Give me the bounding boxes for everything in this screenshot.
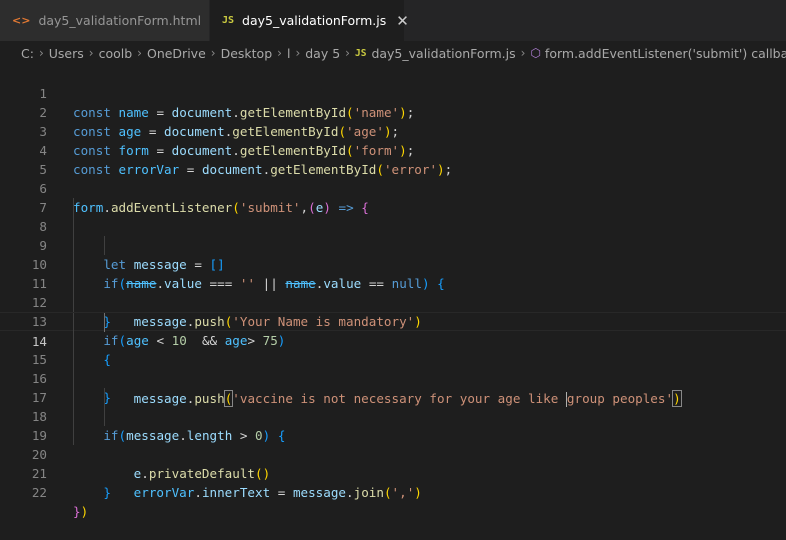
code-line: 20 } — [0, 426, 786, 500]
indent-guide — [73, 331, 74, 350]
symbol-method-icon: ⬡ — [530, 46, 541, 60]
breadcrumb-item-l[interactable]: l — [287, 46, 290, 61]
code-line: 4 const errorVar = document.getElementBy… — [0, 122, 786, 177]
code-line: 10 message.push('Your Name is mandatory'… — [0, 236, 786, 329]
tab-label: day5_validationForm.js — [242, 13, 387, 28]
code-line: 7 — [0, 179, 786, 215]
code-line: 12 if(age < 10 && age> 75) — [0, 274, 786, 348]
chevron-right-icon: › — [88, 46, 94, 60]
code-line-current: 14 message.push('vaccine is not necessar… — [0, 312, 786, 407]
code-line: 8 let message = [] — [0, 198, 786, 272]
indent-guide — [73, 198, 74, 217]
breadcrumb-item-day5[interactable]: day 5 — [305, 46, 340, 61]
breadcrumb-item-symbol[interactable]: form.addEventListener('submit') callback — [545, 46, 786, 61]
breadcrumb-item-file[interactable]: day5_validationForm.js — [371, 46, 515, 61]
indent-guide — [73, 369, 74, 388]
indent-guide — [104, 236, 105, 255]
tab-js-file[interactable]: JS day5_validationForm.js ✕ — [210, 0, 409, 41]
chevron-right-icon: › — [210, 46, 216, 60]
indent-guide — [73, 407, 74, 426]
code-text: } — [103, 485, 111, 500]
code-line: 15 } — [0, 331, 786, 405]
indent-guide — [73, 274, 74, 293]
code-line: 17 if(message.length > 0) { — [0, 369, 786, 443]
breadcrumb-item-desktop[interactable]: Desktop — [221, 46, 273, 61]
code-line: 11 } — [0, 255, 786, 329]
indent-guide — [73, 426, 74, 445]
indent-guide — [104, 407, 105, 426]
indent-guide — [73, 388, 74, 407]
code-line: 21 — [0, 445, 786, 481]
breadcrumb-item-coolb[interactable]: coolb — [99, 46, 133, 61]
code-line: 19 errorVar.innerText = message.join(','… — [0, 407, 786, 500]
code-line: 1 const name = document.getElementById('… — [0, 65, 786, 120]
line-number: 22 — [31, 485, 47, 500]
indent-guide — [73, 313, 74, 332]
tab-label: day5_validationForm.html — [38, 13, 202, 28]
chevron-right-icon: › — [520, 46, 526, 60]
code-line: 13 { — [0, 293, 786, 367]
indent-guide — [104, 313, 105, 332]
breadcrumb-item-users[interactable]: Users — [49, 46, 84, 61]
code-editor[interactable]: 1 const name = document.getElementById('… — [0, 65, 786, 519]
code-line: 2 const age = document.getElementById('a… — [0, 84, 786, 139]
chevron-right-icon: › — [38, 46, 44, 60]
indent-guide — [73, 350, 74, 369]
indent-guide — [73, 236, 74, 255]
indent-guide — [73, 217, 74, 236]
chevron-right-icon: › — [295, 46, 301, 60]
code-line: 16 — [0, 350, 786, 386]
chevron-right-icon: › — [137, 46, 142, 60]
chevron-right-icon: › — [345, 46, 350, 60]
indent-guide — [104, 388, 105, 407]
html-file-icon: <> — [12, 14, 31, 27]
breadcrumb-item-onedrive[interactable]: OneDrive — [147, 46, 206, 61]
code-line: 18 e.privateDefault() — [0, 388, 786, 481]
editor-tab-bar: <> day5_validationForm.html JS day5_vali… — [0, 0, 786, 41]
chevron-right-icon: › — [277, 46, 282, 60]
breadcrumb: C: › Users › coolb › OneDrive › Desktop … — [0, 41, 786, 65]
indent-guide — [73, 255, 74, 274]
code-line: 9 if(name.value === '' || name.value == … — [0, 217, 786, 291]
code-line: 6 form.addEventListener('submit',(e) => … — [0, 160, 786, 215]
close-icon[interactable]: ✕ — [396, 12, 409, 30]
tab-html-file[interactable]: <> day5_validationForm.html — [0, 0, 210, 41]
js-file-icon: JS — [222, 15, 235, 26]
code-text: }) — [73, 504, 89, 519]
code-line: 22 }) — [0, 464, 786, 519]
code-line: 3 const form = document.getElementById('… — [0, 103, 786, 158]
breadcrumb-item-drive[interactable]: C: — [21, 46, 34, 61]
code-text: errorVar.innerText = message.join(',') — [133, 485, 422, 500]
js-file-icon: JS — [354, 47, 367, 59]
indent-guide — [73, 293, 74, 312]
code-line: 5 — [0, 141, 786, 177]
